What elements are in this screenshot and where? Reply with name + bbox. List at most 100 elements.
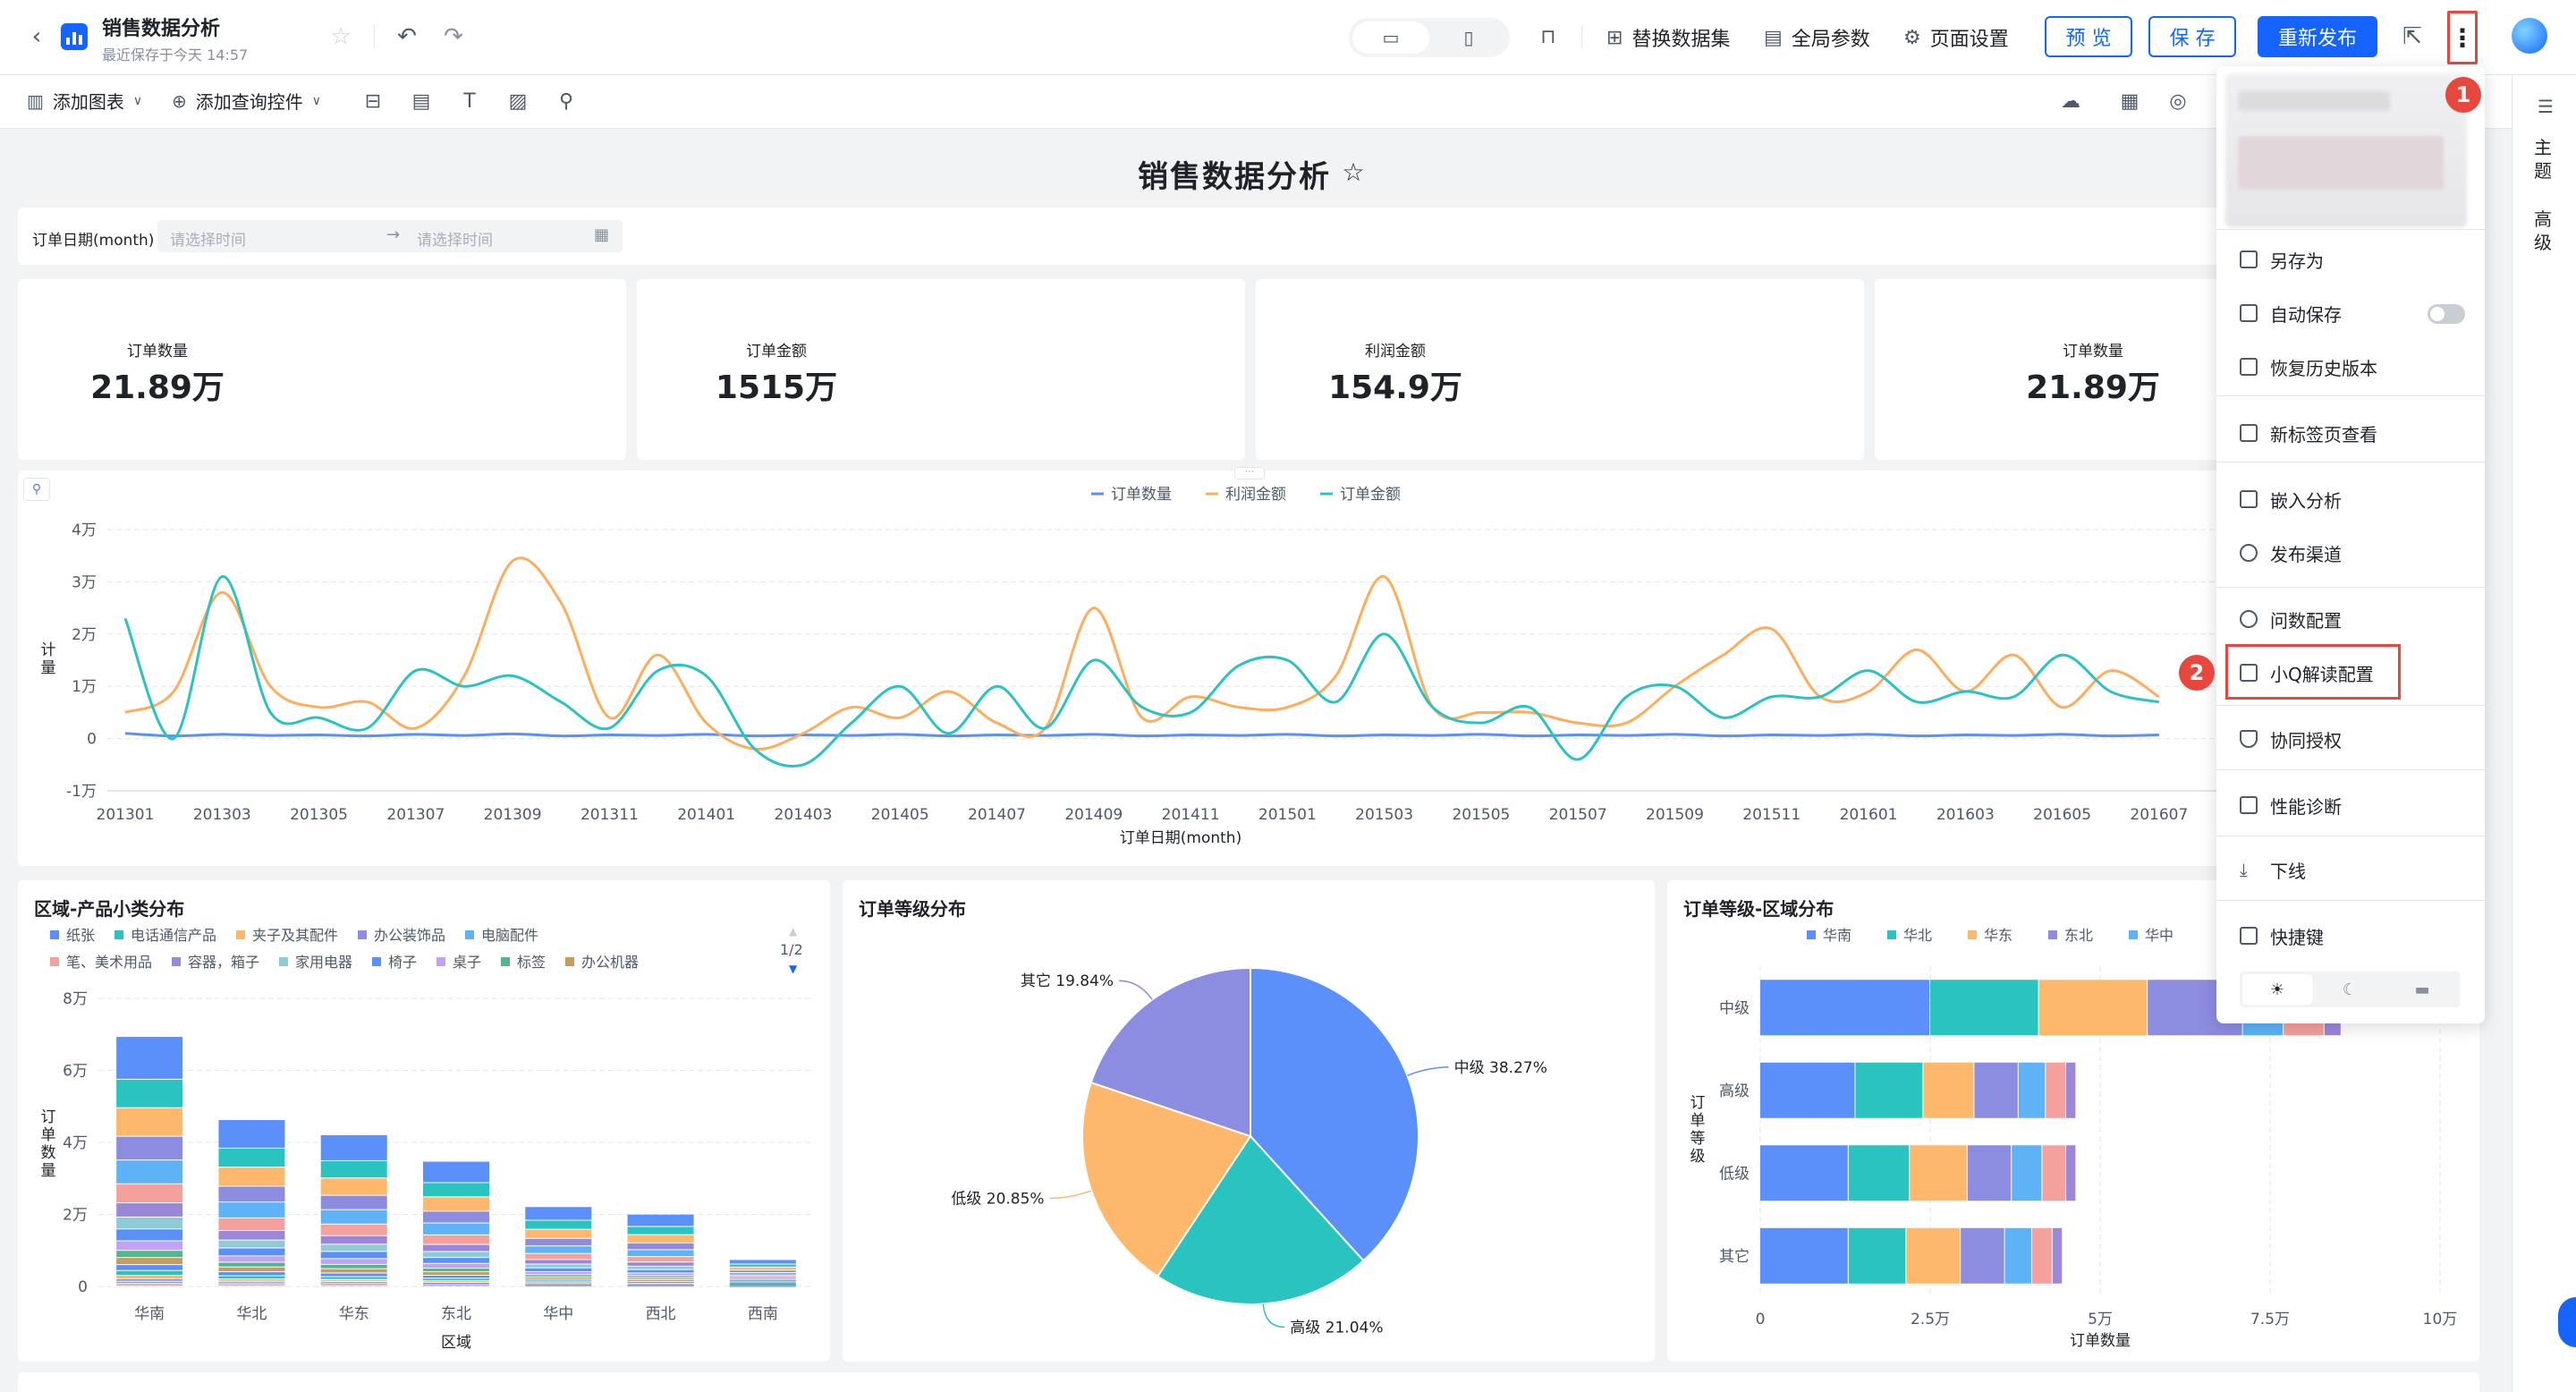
floating-assistant-button[interactable]	[2558, 1297, 2576, 1347]
document-icon[interactable]: ▦	[2116, 88, 2143, 115]
assistant-avatar[interactable]	[2512, 18, 2547, 54]
y-tick-label: 其它	[1719, 1248, 1750, 1266]
redo-icon[interactable]: ↷	[438, 21, 469, 52]
bar-segment	[116, 1037, 183, 1079]
pager-down-icon[interactable]: ▼	[789, 963, 797, 975]
book-icon	[2240, 664, 2258, 682]
bar-segment	[525, 1253, 592, 1260]
pie-chart-panel[interactable]: 订单等级分布 中级 38.27% 高级 21.04% 低级 20.85% 其它 19.…	[843, 880, 1655, 1362]
theme-switcher: ☀ ☾ ▬	[2240, 972, 2460, 1007]
add-chart-button[interactable]: ▥ 添加图表 ∨	[27, 88, 142, 114]
diagnose-icon[interactable]: ◎	[2165, 88, 2191, 115]
replace-dataset-button[interactable]: ⊞ 替换数据集	[1606, 23, 1730, 52]
menu-item-shortcuts[interactable]: 快捷键	[2240, 918, 2324, 954]
bar-segment	[2042, 1145, 2065, 1201]
add-query-control-button[interactable]: ⊕ 添加查询控件 ∨	[172, 88, 321, 114]
bar-segment	[423, 1235, 489, 1244]
system-mode-icon[interactable]: ▬	[2387, 974, 2457, 1005]
page-settings-button[interactable]: ⚙ 页面设置	[1903, 23, 2009, 52]
menu-item-xiaoq-config[interactable]: 小Q解读配置	[2240, 655, 2374, 691]
kpi-card[interactable]: 利润金额 154.9万	[1256, 279, 1864, 460]
y-tick-label: 2万	[63, 1207, 88, 1225]
bar-segment	[1760, 1062, 1855, 1118]
bar-segment	[320, 1178, 387, 1195]
menu-item-save-as[interactable]: 另存为	[2240, 242, 2324, 277]
back-icon[interactable]: ‹	[23, 23, 50, 50]
dashboard-title: 销售数据分析	[1138, 159, 1331, 195]
y-tick-label: 3万	[72, 573, 97, 591]
menu-item-autosave[interactable]: 自动保存	[2240, 295, 2342, 331]
legend-swatch	[50, 930, 59, 939]
menu-item-offline[interactable]: ⤓ 下线	[2240, 852, 2306, 887]
light-mode-icon[interactable]: ☀	[2242, 974, 2312, 1005]
share-icon[interactable]: ⇱	[2397, 21, 2428, 52]
keyboard-icon	[2240, 927, 2258, 945]
date-range-input[interactable]: 请选择时间 → 请选择时间 ▦	[157, 220, 623, 252]
bar-segment	[1760, 1227, 1848, 1284]
kpi-card[interactable]: 订单数量 21.89万	[1875, 279, 2227, 460]
menu-item-qa-config[interactable]: 问数配置	[2240, 601, 2342, 637]
text-icon[interactable]: T	[456, 88, 483, 115]
legend-label: 华中	[2145, 927, 2174, 944]
line-chart-panel[interactable]: ⋯ ⚲ 订单数量 利润金额 订单金额 4万 3万 2万 1万 0 -1万 201301 20130…	[18, 467, 2227, 866]
y-tick-label: 4万	[63, 1134, 88, 1152]
x-tick-label: 201505	[1452, 806, 1510, 824]
dark-mode-icon[interactable]: ☾	[2315, 974, 2385, 1005]
cloud-icon[interactable]: ☁	[2057, 88, 2084, 115]
mobile-view-icon[interactable]: ▯	[1431, 21, 1506, 54]
republish-button[interactable]: 重新发布	[2258, 16, 2377, 57]
advanced-tab[interactable]: 高级	[2534, 208, 2554, 254]
menu-item-open-new-tab[interactable]: 新标签页查看	[2240, 415, 2377, 451]
menu-item-embed-analysis[interactable]: 嵌入分析	[2240, 481, 2342, 517]
bar-segment	[627, 1282, 694, 1284]
divider	[374, 25, 375, 48]
menu-item-restore-history[interactable]: 恢复历史版本	[2240, 349, 2377, 385]
start-date-input[interactable]: 请选择时间	[170, 227, 246, 250]
preview-button[interactable]: 预 览	[2045, 16, 2132, 57]
x-tick-label: 201503	[1355, 806, 1413, 824]
line-chart: 订单数量 利润金额 订单金额 4万 3万 2万 1万 0 -1万201301 201303 201…	[41, 486, 2218, 847]
bar-segment	[1855, 1062, 1923, 1118]
star-icon[interactable]: ☆	[327, 21, 354, 52]
bar-segment	[627, 1284, 694, 1286]
y-axis-title-char: 量	[41, 659, 56, 677]
pie-leader-line	[1049, 1190, 1092, 1200]
bar-segment	[320, 1235, 387, 1244]
desktop-view-icon[interactable]: ▭	[1352, 21, 1429, 54]
collapse-icon[interactable]: ☰	[2532, 93, 2559, 120]
x-tick-label: 201305	[290, 806, 348, 824]
layout-icon[interactable]: ⊟	[360, 88, 386, 115]
image-icon[interactable]: ▨	[504, 88, 531, 115]
user-info-blurred	[2225, 73, 2467, 227]
bar-segment	[525, 1279, 592, 1281]
more-vertical-icon[interactable]: ⋮	[2450, 18, 2475, 57]
bar-segment	[423, 1281, 489, 1283]
bar-chart-panel[interactable]: 区域-产品小类分布 纸张 电话通信产品 夹子及其配件 办公装饰品 电脑配件 笔、美术用品容…	[18, 880, 830, 1362]
pager-up-icon[interactable]: ▲	[789, 925, 797, 938]
menu-item-collab-auth[interactable]: 协同授权	[2240, 721, 2342, 757]
save-button[interactable]: 保 存	[2148, 16, 2236, 57]
autosave-toggle[interactable]	[2428, 304, 2465, 324]
calendar-icon: ▦	[594, 225, 610, 244]
bar-segment	[320, 1285, 387, 1286]
bar-segment	[116, 1258, 183, 1265]
undo-icon[interactable]: ↶	[392, 21, 422, 52]
bar-segment	[423, 1284, 489, 1286]
lock-icon[interactable]: ⊓	[1533, 21, 1563, 52]
bar-chart: 纸张 电话通信产品 夹子及其配件 办公装饰品 电脑配件笔、美术用品 容器，箱子 家用电器 椅子…	[41, 927, 814, 1352]
bar-chart-icon: ▥	[27, 89, 44, 112]
legend-pager[interactable]: 1/2	[780, 941, 803, 958]
link-icon[interactable]: ⚲	[553, 88, 580, 115]
menu-item-publish-channel[interactable]: 发布渠道	[2240, 535, 2342, 571]
end-date-input[interactable]: 请选择时间	[417, 227, 493, 250]
theme-tab[interactable]: 主题	[2534, 136, 2554, 182]
global-params-button[interactable]: ▤ 全局参数	[1764, 23, 1870, 52]
legend-label: 椅子	[388, 954, 417, 971]
bar-segment	[2012, 1145, 2042, 1201]
tab-component-icon[interactable]: ▤	[408, 88, 435, 115]
x-tick-label: 5万	[2088, 1311, 2113, 1328]
y-axis-title-char: 单	[41, 1126, 56, 1144]
star-icon[interactable]: ☆	[1338, 154, 1368, 190]
menu-item-performance[interactable]: 性能诊断	[2240, 787, 2342, 823]
bar-segment	[2066, 1062, 2076, 1118]
